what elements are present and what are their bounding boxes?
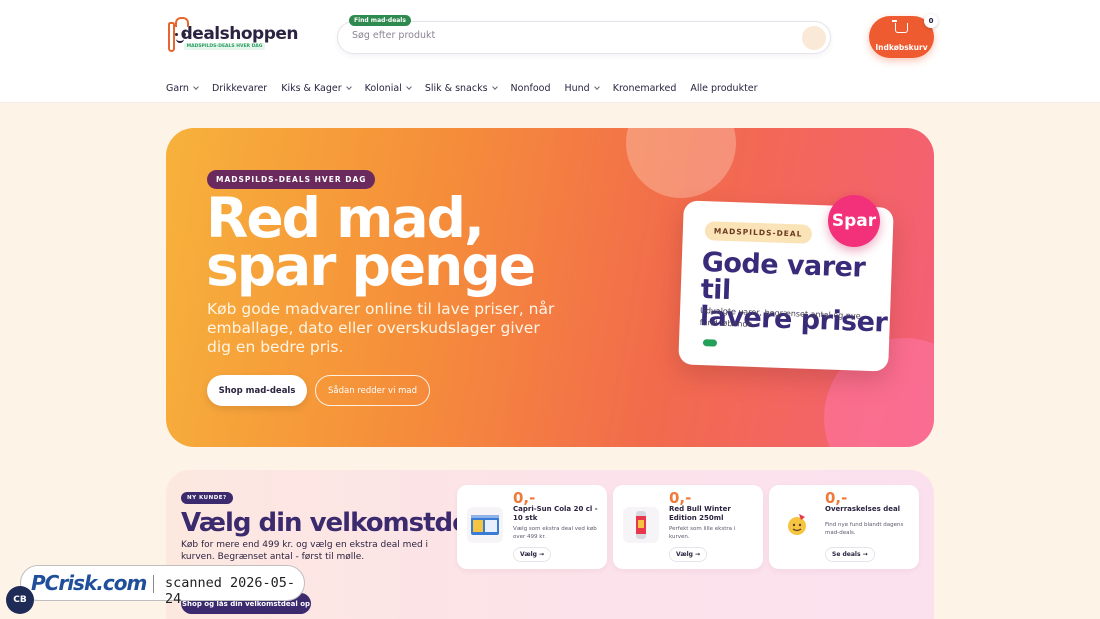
- nav-item-label: Kronemarked: [612, 83, 677, 94]
- spar-badge: Spar: [828, 195, 880, 247]
- nav-item-label: Kolonial: [364, 83, 402, 94]
- offer-button-label: Vælg: [676, 551, 693, 558]
- nav-item-label: Garn: [166, 83, 189, 94]
- cart-label: Indkøbskurv: [875, 43, 928, 52]
- chevron-down-icon: [593, 84, 600, 90]
- chevron-down-icon: [491, 84, 498, 90]
- nav-item-alle-produkter[interactable]: Alle produkter: [690, 83, 757, 94]
- offer-description: Perfekt som lille ekstra i kurven.: [669, 526, 736, 540]
- pcrisk-watermark: PCrisk.com scanned 2026-05-24: [20, 565, 305, 607]
- site-header: dealshoppen MADSPILDS-DEALS HVER DAG Fin…: [0, 0, 1100, 74]
- offer-card[interactable]: 0,- Red Bull Winter Edition 250ml Perfek…: [613, 485, 763, 569]
- nav-item-kronemarked[interactable]: Kronemarked: [613, 83, 677, 94]
- welcome-title: Vælg din velkomstdeal: [181, 508, 494, 538]
- cart-count-badge: 0: [924, 14, 938, 28]
- juice-box-icon: [467, 507, 503, 543]
- decorative-circle: [626, 128, 736, 198]
- logo-tagline: MADSPILDS-DEALS HVER DAG: [183, 42, 266, 50]
- chevron-down-icon: [345, 84, 352, 90]
- search-input[interactable]: [352, 30, 772, 41]
- offer-description: Vælg som ekstra deal ved køb over 499 kr…: [513, 526, 597, 540]
- offer-select-button[interactable]: Vælg →: [669, 547, 708, 562]
- search-button[interactable]: [802, 26, 826, 50]
- search-bar: Find mad-deals: [337, 14, 831, 54]
- deal-card-pill: MADSPILDS-DEAL: [704, 221, 812, 244]
- offer-select-button[interactable]: Vælg →: [513, 547, 552, 562]
- logo-name: dealshoppen: [180, 23, 299, 44]
- cart-button[interactable]: Indkøbskurv 0: [869, 14, 938, 58]
- search-badge: Find mad-deals: [349, 15, 411, 26]
- nav-item-slik-snacks[interactable]: Slik & snacks: [424, 83, 498, 94]
- deal-card-indicator: [702, 339, 718, 347]
- hero-title: Red mad, spar penge: [206, 191, 536, 298]
- offer-description: Find nye fund blandt dagens mad-deals.: [825, 522, 904, 536]
- offer-card[interactable]: 0,- Overraskelses deal Find nye fund bla…: [769, 485, 919, 569]
- nav-item-label: Kiks & Kager: [281, 83, 342, 94]
- chevron-down-icon: [405, 84, 412, 90]
- energy-can-icon: [623, 507, 659, 543]
- offer-name: Red Bull Winter Edition 250ml: [669, 505, 731, 522]
- hero-subtitle: Køb gode madvarer online til lave priser…: [207, 300, 555, 356]
- nav-item-label: Slik & snacks: [424, 83, 488, 94]
- nav-item-label: Alle produkter: [690, 83, 758, 94]
- nav-item-hund[interactable]: Hund: [564, 83, 600, 94]
- nav-item-kolonial[interactable]: Kolonial: [364, 83, 412, 94]
- hero-title-line-2: spar penge: [206, 234, 536, 298]
- nav-item-drikkevarer[interactable]: Drikkevarer: [212, 83, 267, 94]
- nav-item-nonfood[interactable]: Nonfood: [511, 83, 551, 94]
- nav-item-label: Drikkevarer: [211, 83, 268, 94]
- pcrisk-logo: PCrisk.com: [31, 571, 147, 595]
- shop-deals-button[interactable]: Shop mad-deals: [207, 375, 307, 406]
- nav-item-garn[interactable]: Garn: [166, 83, 199, 94]
- offer-button-label: Vælg: [520, 551, 537, 558]
- site-logo[interactable]: dealshoppen MADSPILDS-DEALS HVER DAG: [168, 17, 299, 54]
- offer-button-label: Se deals: [832, 551, 861, 558]
- new-customer-pill: NY KUNDE?: [181, 492, 233, 504]
- chevron-down-icon: [193, 84, 199, 90]
- watermark-divider: [153, 575, 154, 593]
- offer-card[interactable]: 0,- Capri-Sun Cola 20 cl - 10 stk Vælg s…: [457, 485, 607, 569]
- see-deals-button[interactable]: Se deals →: [825, 547, 875, 562]
- welcome-text: Køb for mere end 499 kr. og vælg en ekst…: [181, 540, 429, 562]
- nav-item-label: Hund: [564, 83, 590, 94]
- search-box[interactable]: [337, 21, 831, 54]
- cart-icon: [892, 20, 908, 33]
- offer-name: Capri-Sun Cola 20 cl - 10 stk: [513, 505, 598, 522]
- shopping-bag-logo-icon: [168, 17, 188, 52]
- cookie-settings-button[interactable]: CB: [6, 586, 34, 614]
- deal-card-title-line-1: Gode varer til: [700, 247, 866, 307]
- offer-name: Overraskelses deal: [825, 505, 901, 513]
- how-we-save-food-button[interactable]: Sådan redder vi mad: [315, 375, 430, 406]
- hero-banner: MADSPILDS-DEALS HVER DAG Red mad, spar p…: [166, 128, 934, 447]
- party-face-icon: [779, 507, 815, 543]
- main-navigation: Garn Drikkevarer Kiks & Kager Kolonial Slik …: [0, 74, 1100, 103]
- scan-date: scanned 2026-05-24: [165, 575, 296, 607]
- nav-item-kiks-kager[interactable]: Kiks & Kager: [281, 83, 352, 94]
- nav-item-label: Nonfood: [510, 83, 551, 94]
